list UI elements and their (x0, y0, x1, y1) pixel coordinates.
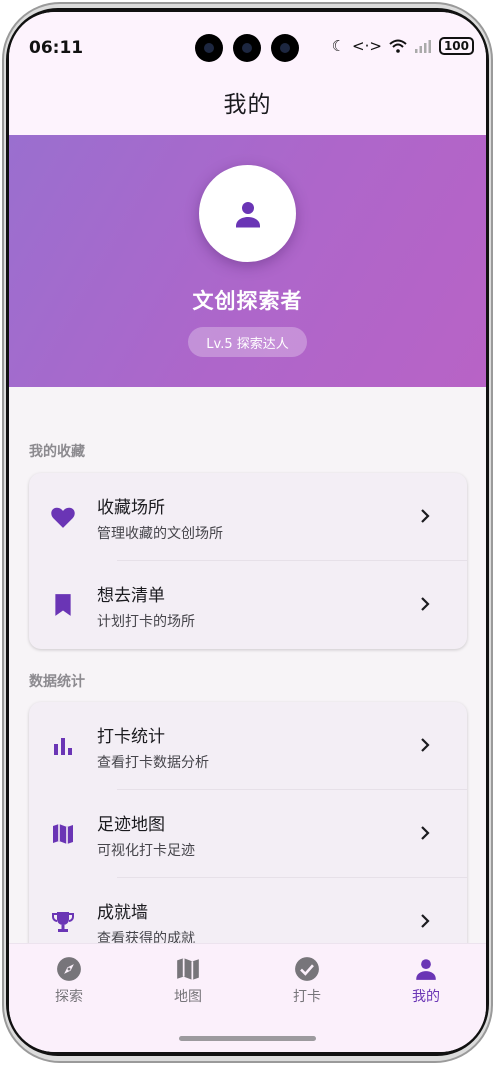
bar-chart-icon (49, 732, 77, 760)
camera-cutout (195, 34, 299, 62)
list-item-subtitle: 计划打卡的场所 (97, 614, 195, 630)
app-bar: 我的 (9, 68, 486, 135)
list-item-title: 想去清单 (97, 586, 165, 606)
trophy-icon (49, 908, 77, 936)
chevron-right-icon (419, 507, 431, 529)
list-item-checkin-stats[interactable]: 打卡统计 查看打卡数据分析 (29, 702, 467, 790)
level-badge: Lv.5 探索达人 (188, 327, 307, 357)
list-item-wishlist[interactable]: 想去清单 计划打卡的场所 (29, 561, 467, 649)
check-circle-icon (295, 957, 319, 981)
profile-header: 文创探索者 Lv.5 探索达人 (9, 135, 486, 387)
map-icon (177, 958, 199, 980)
list-item-subtitle: 查看打卡数据分析 (97, 755, 209, 771)
status-time: 06:11 (29, 38, 84, 58)
nav-tab-checkin[interactable]: 打卡 (267, 956, 347, 1006)
main-content: 我的收藏 收藏场所 管理收藏的文创场所 想去清单 计划打卡的场所 数据统计 打卡… (9, 387, 486, 982)
avatar[interactable] (199, 165, 296, 262)
compass-icon (57, 957, 81, 981)
bookmark-icon (49, 591, 77, 619)
chevron-right-icon (419, 736, 431, 758)
nav-label: 地图 (174, 989, 202, 1005)
nav-tab-map[interactable]: 地图 (148, 956, 228, 1006)
data-transfer-icon: <·> (352, 37, 382, 55)
status-bar: 06:11 ☾ <·> 100 (9, 12, 486, 68)
home-indicator[interactable] (179, 1036, 316, 1041)
chevron-right-icon (419, 595, 431, 617)
list-item-title: 收藏场所 (97, 498, 165, 518)
page-title: 我的 (223, 91, 272, 118)
moon-icon: ☾ (331, 37, 346, 55)
nav-label: 探索 (55, 989, 83, 1005)
camera-lens (195, 34, 223, 62)
map-icon (49, 820, 77, 848)
user-name: 文创探索者 (192, 289, 303, 313)
list-item-footprint-map[interactable]: 足迹地图 可视化打卡足迹 (29, 790, 467, 878)
chevron-right-icon (419, 824, 431, 846)
battery-indicator: 100 (438, 37, 474, 55)
person-icon (235, 201, 260, 227)
list-item-subtitle: 可视化打卡足迹 (97, 843, 195, 859)
nav-label: 打卡 (293, 989, 321, 1005)
heart-icon (49, 503, 77, 531)
status-icons: ☾ <·> 100 (332, 37, 474, 55)
signal-icon (414, 40, 431, 53)
list-item-title: 足迹地图 (97, 815, 165, 835)
section-title-stats: 数据统计 (29, 674, 85, 690)
list-item-title: 成就墙 (97, 903, 148, 923)
nav-tab-explore[interactable]: 探索 (29, 956, 109, 1006)
list-item-subtitle: 管理收藏的文创场所 (97, 526, 223, 542)
person-icon (416, 959, 436, 980)
section-title-favorites: 我的收藏 (29, 444, 85, 460)
list-item-favorite-places[interactable]: 收藏场所 管理收藏的文创场所 (29, 473, 467, 561)
bottom-navigation: 探索 地图 打卡 我的 (9, 943, 486, 1052)
stats-card: 打卡统计 查看打卡数据分析 足迹地图 可视化打卡足迹 成就墙 查看获得的成就 (29, 702, 467, 982)
chevron-right-icon (419, 912, 431, 934)
nav-tab-profile[interactable]: 我的 (386, 956, 466, 1006)
nav-label: 我的 (412, 989, 440, 1005)
list-item-title: 打卡统计 (97, 727, 165, 747)
wifi-icon (389, 39, 407, 53)
camera-lens (233, 34, 261, 62)
camera-lens (271, 34, 299, 62)
favorites-card: 收藏场所 管理收藏的文创场所 想去清单 计划打卡的场所 (29, 473, 467, 649)
phone-screen: 06:11 ☾ <·> 100 我的 文创探索者 Lv.5 探索达人 我的收藏 (9, 12, 486, 1052)
